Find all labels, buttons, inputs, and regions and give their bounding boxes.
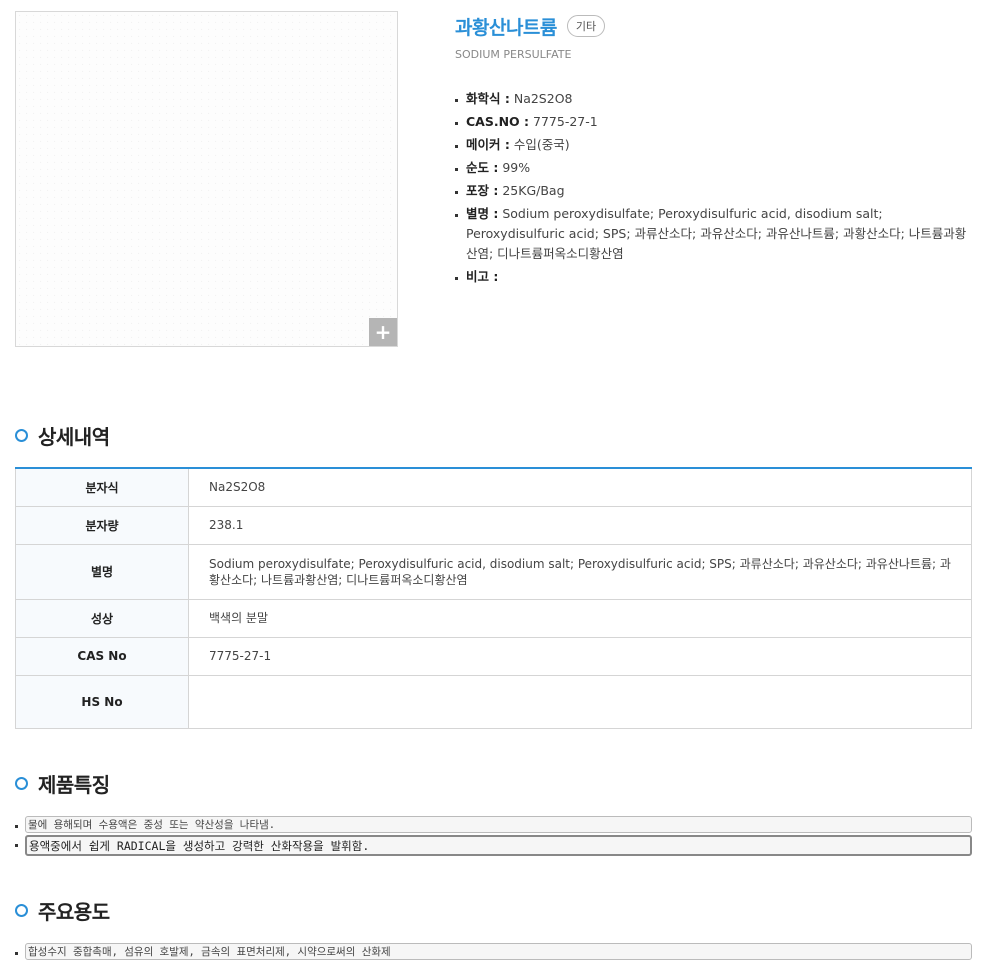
table-row: 분자량 238.1 [15,505,972,545]
title-row: 과황산나트륨 기타 [455,12,975,40]
table-row: 별명 Sodium peroxydisulfate; Peroxydisulfu… [15,543,972,600]
row-label: 성상 [15,598,189,638]
circle-bullet-icon [15,429,28,442]
list-item: 용액중에서 쉽게 RADICAL을 생성하고 강력한 산화작용을 발휘함. [15,835,972,856]
circle-bullet-icon [15,904,28,917]
spec-item-maker: 메이커 : 수입(중국) [455,135,967,155]
row-value: Sodium peroxydisulfate; Peroxydisulfuric… [188,543,972,600]
uses-section-heading: 주요용도 [15,896,110,925]
feature-textbox[interactable]: 용액중에서 쉽게 RADICAL을 생성하고 강력한 산화작용을 발휘함. [25,835,972,856]
table-row: CAS No 7775-27-1 [15,636,972,676]
row-label: HS No [15,674,189,729]
spec-item-cas: CAS.NO : 7775-27-1 [455,112,967,132]
zoom-plus-button[interactable]: + [369,318,397,346]
uses-textbox[interactable]: 합성수지 중합촉매, 섬유의 호발제, 금속의 표면처리제, 시약으로써의 산화… [25,943,972,960]
section-title-detail: 상세내역 [38,425,110,449]
feature-list: 물에 용해되며 수용액은 중성 또는 약산성을 나타냄. 용액중에서 쉽게 RA… [15,816,972,858]
spec-list: 화학식 : Na2S2O8 CAS.NO : 7775-27-1 메이커 : 수… [455,89,967,290]
feature-textbox[interactable]: 물에 용해되며 수용액은 중성 또는 약산성을 나타냄. [25,816,972,833]
product-image-texture [16,12,397,346]
category-badge: 기타 [566,15,606,37]
uses-list: 합성수지 중합촉매, 섬유의 호발제, 금속의 표면처리제, 시약으로써의 산화… [15,943,972,962]
detail-table: 분자식 Na2S2O8 분자량 238.1 별명 Sodium peroxydi… [15,467,972,729]
list-item: 합성수지 중합촉매, 섬유의 호발제, 금속의 표면처리제, 시약으로써의 산화… [15,943,972,960]
product-english-name: SODIUM PERSULFATE [455,48,572,61]
spec-item-purity: 순도 : 99% [455,158,967,178]
section-title-uses: 주요용도 [38,900,110,924]
row-label: 분자식 [15,467,189,507]
row-value: Na2S2O8 [188,467,972,507]
row-label: 별명 [15,543,189,600]
row-label: 분자량 [15,505,189,545]
spec-item-remark: 비고 : [455,267,967,287]
row-value: 7775-27-1 [188,636,972,676]
table-row: HS No [15,674,972,729]
circle-bullet-icon [15,777,28,790]
table-row: 성상 백색의 분말 [15,598,972,638]
product-title: 과황산나트륨 [455,16,557,39]
product-header: 과황산나트륨 기타 SODIUM PERSULFATE [455,12,975,61]
spec-item-formula: 화학식 : Na2S2O8 [455,89,967,109]
table-row: 분자식 Na2S2O8 [15,467,972,507]
row-value [188,674,972,729]
row-value: 백색의 분말 [188,598,972,638]
detail-section-heading: 상세내역 [15,421,110,450]
row-label: CAS No [15,636,189,676]
list-item: 물에 용해되며 수용액은 중성 또는 약산성을 나타냄. [15,816,972,833]
spec-item-alias: 별명 : Sodium peroxydisulfate; Peroxydisul… [455,204,967,264]
features-section-heading: 제품특징 [15,769,110,798]
spec-item-packaging: 포장 : 25KG/Bag [455,181,967,201]
row-value: 238.1 [188,505,972,545]
section-title-features: 제품특징 [38,773,110,797]
product-image: + [15,11,398,347]
